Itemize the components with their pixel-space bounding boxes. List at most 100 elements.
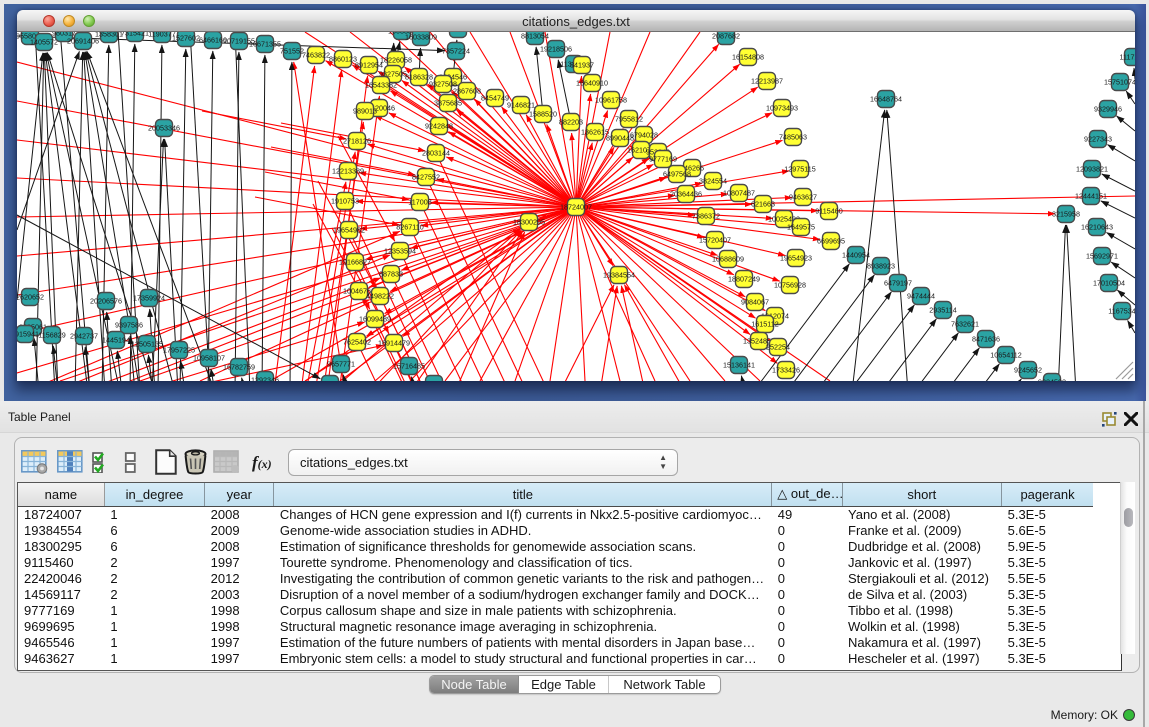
svg-text:19166827: 19166827 — [339, 257, 371, 266]
svg-text:7632621: 7632621 — [951, 319, 979, 328]
svg-text:19654982: 19654982 — [333, 225, 365, 234]
svg-text:19218506: 19218506 — [540, 44, 572, 53]
svg-text:12213987: 12213987 — [751, 76, 783, 85]
svg-text:9657771: 9657771 — [327, 359, 355, 368]
svg-text:15692971: 15692971 — [1086, 251, 1118, 260]
svg-text:3915941: 3915941 — [17, 329, 39, 338]
svg-text:16640910: 16640910 — [576, 78, 608, 87]
svg-text:20206576: 20206576 — [90, 296, 122, 305]
svg-text:7463822: 7463822 — [302, 50, 330, 59]
svg-text:1156829: 1156829 — [38, 330, 65, 339]
svg-text:887833: 887833 — [379, 269, 403, 278]
svg-text:18226058: 18226058 — [380, 55, 412, 64]
svg-text:16154808: 16154808 — [732, 52, 764, 61]
svg-text:17957225: 17957225 — [163, 345, 195, 354]
svg-text:841937: 841937 — [570, 60, 594, 69]
svg-text:2718126: 2718126 — [343, 136, 371, 145]
svg-text:9245652: 9245652 — [1014, 365, 1042, 374]
svg-text:117008: 117008 — [408, 197, 431, 206]
svg-text:16099489: 16099489 — [359, 314, 391, 323]
svg-text:882203: 882203 — [559, 117, 583, 126]
svg-text:9146821: 9146821 — [507, 100, 535, 109]
svg-text:1117204: 1117204 — [1120, 52, 1135, 61]
svg-text:8938923: 8938923 — [867, 261, 895, 270]
svg-text:6497568: 6497568 — [663, 169, 691, 178]
svg-text:8912954: 8912954 — [355, 60, 383, 69]
svg-text:3215958: 3215958 — [1052, 209, 1080, 218]
svg-text:3875685: 3875685 — [434, 98, 462, 107]
svg-text:8471636: 8471636 — [972, 334, 1000, 343]
svg-text:17359924: 17359924 — [133, 293, 165, 302]
svg-text:10807487: 10807487 — [723, 188, 755, 197]
svg-text:16210643: 16210643 — [1081, 222, 1113, 231]
svg-text:10688609: 10688609 — [712, 254, 744, 263]
svg-text:7955812: 7955812 — [615, 114, 643, 123]
svg-text:15716485: 15716485 — [393, 361, 425, 370]
svg-text:4498222: 4498222 — [366, 291, 394, 300]
svg-text:104523: 104523 — [318, 379, 342, 381]
svg-text:989013: 989013 — [353, 106, 377, 115]
svg-text:1405572: 1405572 — [30, 37, 58, 46]
svg-text:12975115: 12975115 — [784, 164, 815, 173]
svg-text:10973493: 10973493 — [766, 103, 798, 112]
svg-text:18300295: 18300295 — [513, 217, 545, 226]
svg-text:9777169: 9777169 — [649, 154, 677, 163]
svg-text:1615112: 1615112 — [751, 319, 778, 328]
svg-text:12505135: 12505135 — [131, 339, 163, 348]
svg-text:8813054: 8813054 — [521, 32, 549, 40]
svg-text:1910753: 1910753 — [331, 196, 359, 205]
svg-text:757224: 757224 — [446, 32, 470, 33]
svg-text:621663: 621663 — [751, 199, 775, 208]
svg-text:7625402: 7625402 — [343, 337, 371, 346]
svg-text:16543382: 16543382 — [365, 80, 397, 89]
svg-text:7315421: 7315421 — [121, 32, 149, 37]
svg-text:12353594: 12353594 — [384, 246, 416, 255]
svg-text:1588520: 1588520 — [529, 109, 557, 118]
svg-text:9329946: 9329946 — [1094, 104, 1122, 113]
svg-text:2867608: 2867608 — [453, 86, 481, 95]
svg-text:1292346: 1292346 — [251, 375, 279, 381]
svg-text:1362615: 1362615 — [581, 127, 609, 136]
svg-text:9242848: 9242848 — [425, 121, 453, 130]
svg-text:12444151: 12444151 — [1075, 191, 1107, 200]
svg-text:8454749: 8454749 — [481, 93, 509, 102]
svg-text:16033809: 16033809 — [405, 32, 437, 41]
svg-text:10958107: 10958107 — [193, 353, 225, 362]
svg-text:9115460: 9115460 — [815, 206, 842, 215]
svg-text:9084067: 9084067 — [741, 297, 769, 306]
svg-text:9474444: 9474444 — [907, 291, 935, 300]
svg-text:9227343: 9227343 — [1084, 134, 1112, 143]
svg-text:16782759: 16782759 — [223, 362, 255, 371]
svg-text:8267110: 8267110 — [396, 222, 423, 231]
svg-text:751552: 751552 — [280, 46, 304, 55]
svg-text:20053346: 20053346 — [148, 123, 180, 132]
svg-text:12093821: 12093821 — [1076, 164, 1108, 173]
svg-text:3824554: 3824554 — [699, 176, 727, 185]
svg-text:1733426: 1733426 — [772, 365, 800, 374]
svg-text:18807249: 18807249 — [728, 274, 760, 283]
svg-text:1649575: 1649575 — [787, 222, 815, 231]
svg-text:16671355: 16671355 — [249, 39, 281, 48]
svg-text:9824502: 9824502 — [1038, 377, 1066, 381]
svg-text:16914479: 16914479 — [378, 338, 410, 347]
svg-text:10961758: 10961758 — [595, 95, 627, 104]
svg-text:20364436: 20364436 — [670, 189, 702, 198]
svg-text:6794028: 6794028 — [630, 130, 658, 139]
svg-text:9397586: 9397586 — [115, 320, 143, 329]
svg-text:15136141: 15136141 — [723, 360, 755, 369]
svg-text:12213389: 12213389 — [332, 166, 364, 175]
svg-text:1527602: 1527602 — [172, 33, 200, 42]
svg-text:1440954: 1440954 — [842, 250, 870, 259]
svg-text:2935114: 2935114 — [929, 305, 956, 314]
svg-text:1445194: 1445194 — [102, 335, 130, 344]
svg-text:7357224: 7357224 — [442, 46, 470, 55]
svg-text:16648764: 16648764 — [870, 94, 902, 103]
svg-text:19384554: 19384554 — [603, 270, 635, 279]
svg-text:2942737: 2942737 — [70, 331, 98, 340]
svg-text:8427552: 8427552 — [412, 172, 440, 181]
svg-text:1167534: 1167534 — [1108, 306, 1135, 315]
svg-text:15720407: 15720407 — [699, 235, 731, 244]
svg-text:2087682: 2087682 — [712, 32, 740, 40]
svg-text:19654923: 19654923 — [780, 253, 812, 262]
svg-text:6479197: 6479197 — [884, 278, 912, 287]
